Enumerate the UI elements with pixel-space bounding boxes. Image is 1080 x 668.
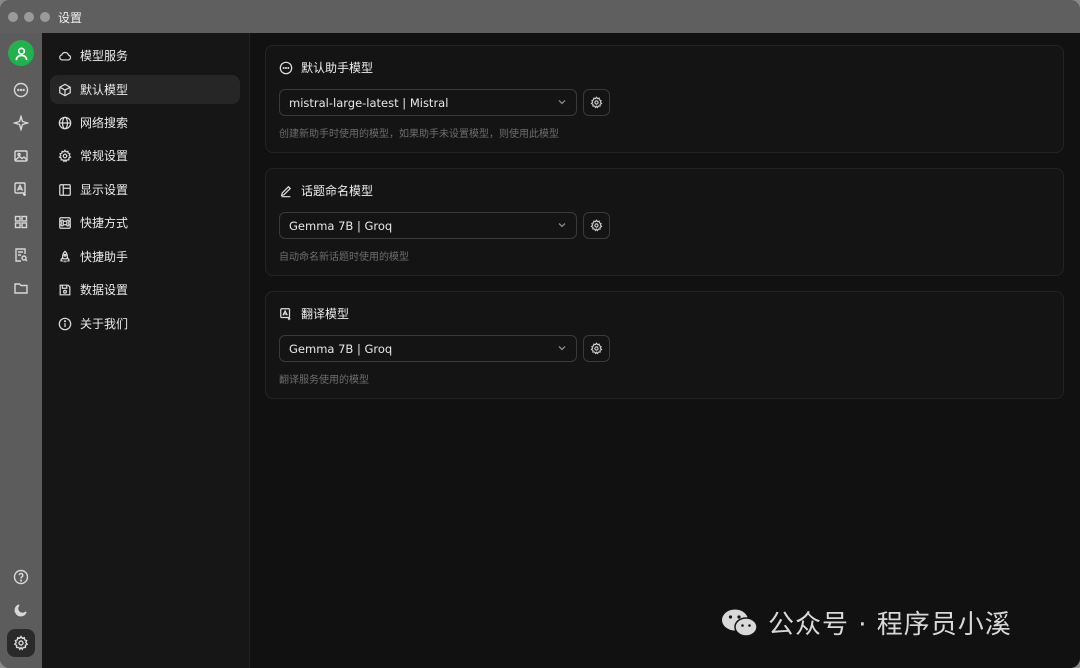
card-hint: 翻译服务使用的模型: [279, 375, 369, 386]
gear-icon: [590, 96, 603, 109]
rail-apps-button[interactable]: [7, 208, 35, 236]
rocket-icon: [60, 250, 70, 262]
close-window-button[interactable]: [8, 12, 18, 22]
rail-theme-button[interactable]: [7, 596, 35, 624]
folder-icon: [14, 283, 28, 294]
apps-icon: [14, 215, 28, 229]
nav-item-display-settings[interactable]: 显示设置: [50, 175, 240, 204]
nav-item-general-settings[interactable]: 常规设置: [50, 141, 240, 170]
card-hint: 创建新助手时使用的模型，如果助手未设置模型，则使用此模型: [279, 129, 559, 140]
nav-item-web-search[interactable]: 网络搜索: [50, 108, 240, 137]
chevron-down-icon: [558, 223, 566, 228]
card-hint: 自动命名新话题时使用的模型: [279, 252, 409, 263]
card-title-text: 话题命名模型: [301, 184, 374, 198]
select-value: Gemma 7B | Groq: [289, 218, 393, 233]
rail-files-button[interactable]: [7, 274, 35, 302]
card-title: 话题命名模型: [279, 182, 373, 199]
card-title-text: 翻译模型: [301, 307, 350, 321]
nav-item-label: 模型服务: [80, 49, 129, 63]
default-assistant-model-select[interactable]: mistral-large-latest | Mistral: [279, 89, 577, 116]
nav-item-label: 数据设置: [80, 283, 129, 297]
topic-naming-model-select[interactable]: Gemma 7B | Groq: [279, 212, 577, 239]
settings-nav: 模型服务 默认模型 网络搜索 常规设置 显示设置 快捷方式 快捷助手 数据设置: [42, 33, 250, 668]
globe-icon: [58, 116, 72, 129]
select-value: Gemma 7B | Groq: [289, 341, 393, 356]
nav-item-label: 快捷方式: [80, 216, 129, 230]
card-title: 翻译模型: [279, 305, 349, 322]
wechat-logo-icon: [722, 609, 758, 637]
sparkle-icon: [13, 115, 29, 131]
zoom-window-button[interactable]: [40, 12, 50, 22]
select-value: mistral-large-latest | Mistral: [289, 95, 449, 110]
nav-item-about-us[interactable]: 关于我们: [50, 309, 240, 338]
user-avatar[interactable]: [8, 40, 34, 66]
nav-item-label: 显示设置: [80, 183, 129, 197]
info-icon: [58, 317, 72, 330]
moon-icon: [14, 604, 27, 617]
nav-item-label: 关于我们: [80, 317, 129, 331]
rail-chat-button[interactable]: [7, 76, 35, 104]
nav-item-label: 快捷助手: [80, 250, 129, 264]
settings-window: 设置 模型服务 默认模型 网络搜索 常规设置 显示设置 快捷方式 快捷助手 数据…: [0, 0, 1080, 668]
chat-icon: [13, 82, 29, 98]
translation-model-select[interactable]: Gemma 7B | Groq: [279, 335, 577, 362]
nav-item-data-settings[interactable]: 数据设置: [50, 275, 240, 304]
translate-icon: [280, 307, 291, 320]
card-title-text: 默认助手模型: [301, 61, 374, 75]
cube-icon: [59, 83, 71, 96]
rail-help-button[interactable]: [7, 563, 35, 591]
cloud-icon: [59, 51, 72, 61]
nav-item-model-services[interactable]: 模型服务: [50, 41, 240, 70]
default-assistant-model-settings-button[interactable]: [583, 89, 610, 116]
rail-assistant-button[interactable]: [7, 109, 35, 137]
pencil-icon: [280, 185, 292, 197]
gear-icon: [58, 148, 72, 163]
gear-icon: [590, 342, 603, 355]
title-bar: 设置: [0, 0, 1080, 33]
chat-bubble-icon: [279, 61, 293, 74]
watermark: 公众号 · 程序员小溪: [720, 604, 1012, 641]
rail-knowledge-button[interactable]: [7, 241, 35, 269]
topic-naming-model-card: 话题命名模型 Gemma 7B | Groq 自动命名新话题时使用的模型: [265, 168, 1064, 276]
translation-model-settings-button[interactable]: [583, 335, 610, 362]
chevron-down-icon: [558, 346, 566, 351]
image-icon: [14, 150, 28, 162]
save-icon: [59, 284, 71, 295]
nav-item-label: 默认模型: [80, 83, 129, 97]
app-rail: [0, 33, 42, 668]
gear-icon: [13, 635, 29, 651]
default-assistant-model-card: 默认助手模型 mistral-large-latest | Mistral 创建…: [265, 45, 1064, 153]
nav-item-shortcuts[interactable]: 快捷方式: [50, 208, 240, 237]
settings-content: 默认助手模型 mistral-large-latest | Mistral 创建…: [250, 33, 1080, 668]
gear-icon: [590, 219, 603, 232]
user-icon: [15, 47, 27, 60]
nav-item-label: 常规设置: [80, 149, 129, 163]
rail-settings-button[interactable]: [7, 629, 35, 657]
nav-item-default-model[interactable]: 默认模型: [50, 75, 240, 104]
minimize-window-button[interactable]: [24, 12, 34, 22]
nav-item-label: 网络搜索: [80, 116, 129, 130]
translate-icon: [14, 182, 26, 196]
window-title: 设置: [58, 11, 83, 25]
translation-model-card: 翻译模型 Gemma 7B | Groq 翻译服务使用的模型: [265, 291, 1064, 399]
card-title: 默认助手模型: [279, 59, 373, 76]
nav-item-quick-assistant[interactable]: 快捷助手: [50, 242, 240, 271]
topic-naming-model-settings-button[interactable]: [583, 212, 610, 239]
command-icon: [59, 216, 71, 229]
rail-image-button[interactable]: [7, 142, 35, 170]
rail-translate-button[interactable]: [7, 175, 35, 203]
help-icon: [13, 569, 29, 585]
document-search-icon: [15, 248, 28, 262]
chevron-down-icon: [558, 100, 566, 105]
layout-icon: [59, 183, 71, 196]
watermark-text: 公众号 · 程序员小溪: [768, 610, 1012, 640]
